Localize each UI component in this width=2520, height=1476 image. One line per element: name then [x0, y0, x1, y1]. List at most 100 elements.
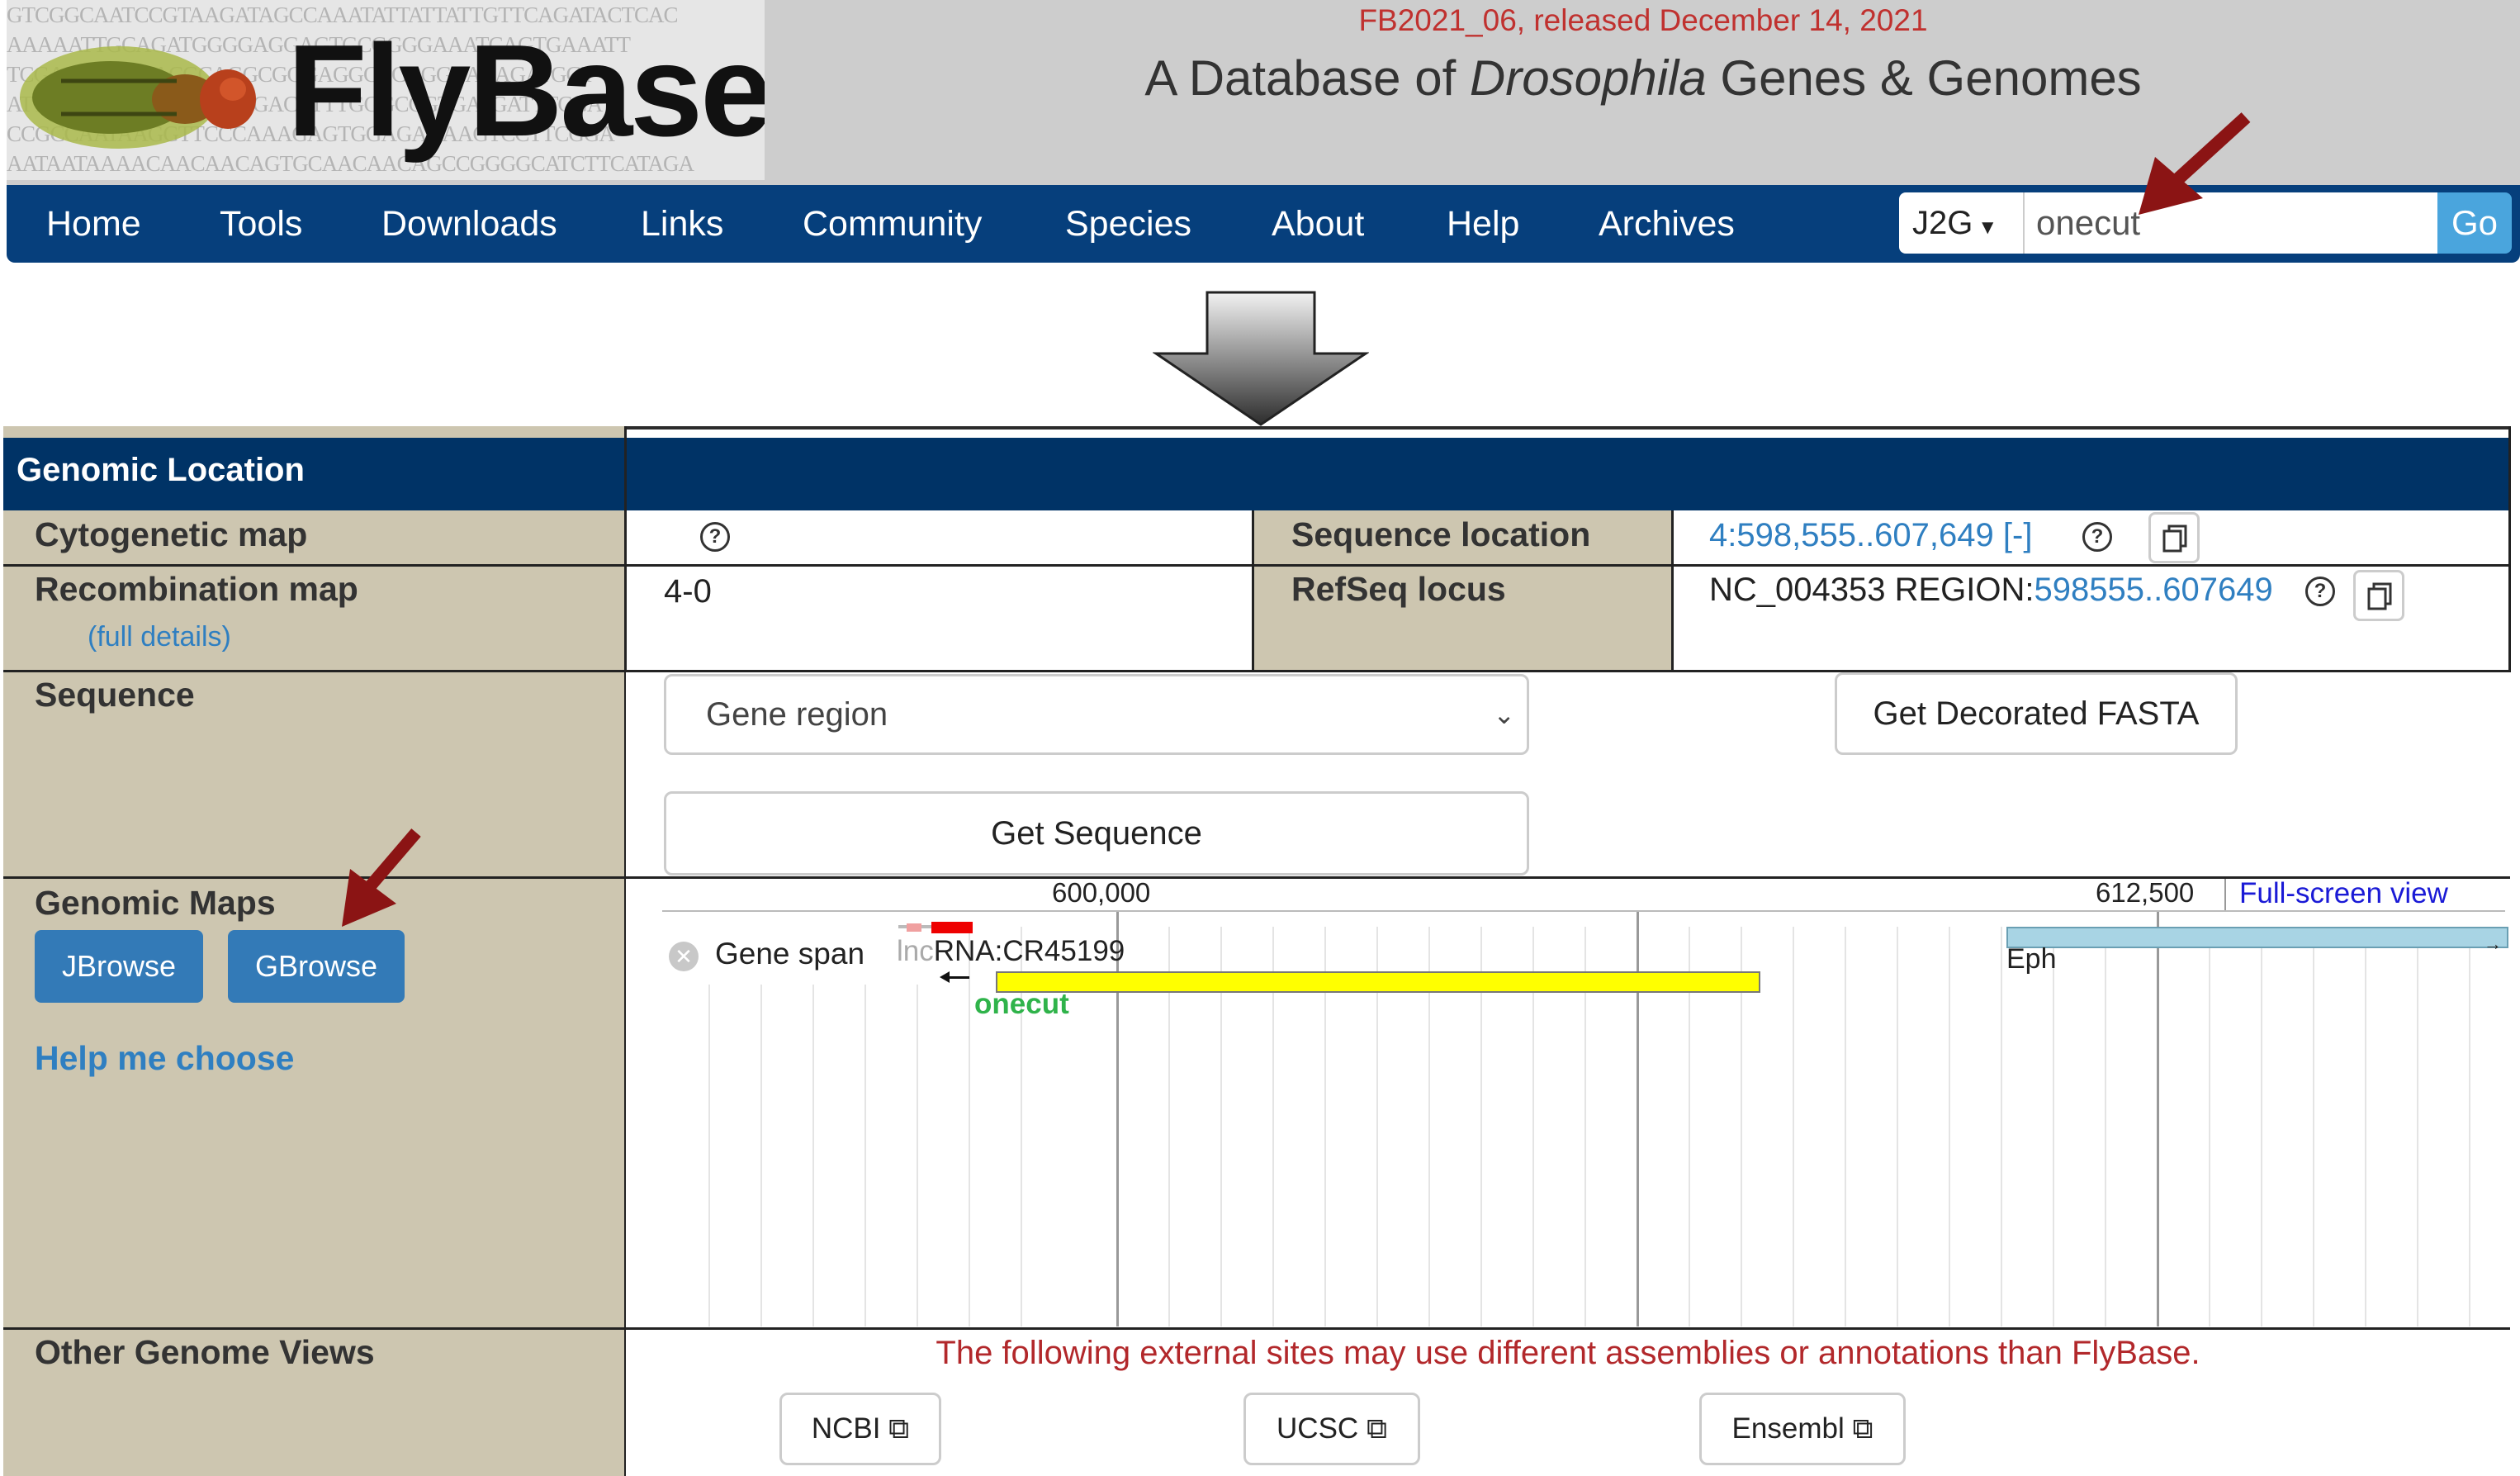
- refseq-region-link[interactable]: 598555..607649: [2034, 572, 2273, 608]
- nav-species[interactable]: Species: [1065, 185, 1191, 263]
- lncrna-label: lncRNA:CR45199: [897, 935, 1125, 967]
- caret-down-icon: ▼: [1978, 216, 1998, 239]
- arrow-pointer-icon: [342, 828, 421, 927]
- column-divider: [1252, 510, 1254, 672]
- refseq-label-cell: RefSeq locus: [1253, 567, 1671, 672]
- release-info: FB2021_06, released December 14, 2021: [1358, 3, 1928, 37]
- site-tagline: A Database of Drosophila Genes & Genomes: [1144, 50, 2142, 106]
- row-cytogenetic-label: Cytogenetic map: [3, 510, 624, 567]
- ruler-tick-label: 612,500: [2096, 877, 2195, 908]
- row-recombination-label: Recombination map (full details): [3, 567, 624, 672]
- grid-line: [2209, 927, 2210, 1327]
- external-sites-warning: The following external sites may use dif…: [936, 1335, 2200, 1371]
- recombination-value-cell: 4-0: [626, 567, 1252, 672]
- ncbi-button[interactable]: NCBI ⧉: [779, 1393, 941, 1465]
- grid-line: [2001, 927, 2002, 1327]
- copy-icon[interactable]: [2148, 512, 2200, 563]
- row-genomic-maps-label: Genomic Maps JBrowse GBrowse Help me cho…: [3, 879, 624, 1330]
- grid-line: [1793, 927, 1794, 1327]
- column-divider: [1671, 510, 1674, 672]
- nav-community[interactable]: Community: [803, 185, 982, 263]
- grid-line: [708, 927, 710, 1327]
- onecut-gene-label[interactable]: onecut: [974, 988, 1069, 1021]
- close-track-icon[interactable]: ✕: [669, 942, 699, 971]
- strand-arrow-icon: →: [2484, 933, 2502, 954]
- grid-line: [1845, 927, 1846, 1327]
- grid-line: [917, 927, 918, 1327]
- search-type-select[interactable]: J2G ▼: [1899, 192, 2025, 254]
- lncrna-exon[interactable]: [907, 923, 921, 932]
- grid-line: [760, 927, 762, 1327]
- grid-line: [2365, 927, 2366, 1327]
- help-icon[interactable]: ?: [2305, 577, 2335, 606]
- eph-gene-label[interactable]: Eph: [2006, 943, 2057, 975]
- coordinate-ruler: 600,000 612,500 Full-screen view: [662, 877, 2505, 912]
- sequence-location-label-cell: Sequence location: [1253, 510, 1671, 567]
- other-views-cell: The following external sites may use dif…: [626, 1330, 2510, 1476]
- recombination-map-label: Recombination map: [35, 570, 358, 608]
- nav-archives[interactable]: Archives: [1599, 185, 1735, 263]
- grid-line: [2105, 927, 2106, 1327]
- collapse-toggle[interactable]: [-]: [2003, 517, 2033, 553]
- get-decorated-fasta-button[interactable]: Get Decorated FASTA: [1835, 672, 2238, 755]
- sequence-location-link[interactable]: 4:598,555..607,649 [-]: [1709, 517, 2032, 554]
- ucsc-button[interactable]: UCSC ⧉: [1243, 1393, 1420, 1465]
- ruler-divider: [2224, 879, 2226, 910]
- ensembl-button[interactable]: Ensembl ⧉: [1699, 1393, 1906, 1465]
- grid-line: [864, 927, 866, 1327]
- grid-line: [969, 927, 970, 1327]
- genomic-maps-label: Genomic Maps: [35, 884, 276, 922]
- full-details-link[interactable]: (full details): [88, 621, 231, 653]
- refseq-value-cell: NC_004353 REGION:598555..607649 ?: [1673, 567, 2510, 672]
- row-other-views-label: Other Genome Views: [3, 1330, 624, 1476]
- external-link-icon: ⧉: [1852, 1412, 1873, 1445]
- grid-line: [2417, 927, 2418, 1327]
- sequence-value-cell: Gene region ⌄ Get Decorated FASTA Get Seq…: [626, 672, 2510, 879]
- help-icon[interactable]: ?: [2082, 522, 2112, 552]
- full-screen-view-link[interactable]: Full-screen view: [2239, 877, 2448, 910]
- nav-about[interactable]: About: [1272, 185, 1364, 263]
- gbrowse-button[interactable]: GBrowse: [228, 930, 405, 1003]
- grid-line: [1897, 927, 1898, 1327]
- help-icon[interactable]: ?: [700, 522, 730, 552]
- cytogenetic-value-cell: ?: [626, 510, 1252, 567]
- nav-links[interactable]: Links: [641, 185, 723, 263]
- genome-browser-cell: 600,000 612,500 Full-screen view ✕ Gene …: [626, 877, 2510, 1330]
- grid-line: [1949, 927, 1950, 1327]
- jbrowse-button[interactable]: JBrowse: [35, 930, 203, 1003]
- strand-arrow-icon: [940, 971, 950, 983]
- sequence-type-select[interactable]: Gene region ⌄: [664, 674, 1529, 755]
- grid-line: [812, 927, 814, 1327]
- section-top-left: [3, 426, 624, 438]
- major-grid-line: [2157, 912, 2159, 1327]
- grid-line: [2313, 927, 2314, 1327]
- arrow-pointer-icon: [2139, 112, 2251, 215]
- column-divider: [2508, 426, 2511, 672]
- track-label: ✕ Gene span: [664, 927, 936, 985]
- flybase-logo[interactable]: GTCGGCAATCCGTAAGATAGCCAAATATTATTATTGTTCA…: [7, 0, 765, 180]
- cytogenetic-map-label: Cytogenetic map: [35, 515, 308, 553]
- lncrna-exon[interactable]: [931, 922, 973, 933]
- nav-tools[interactable]: Tools: [220, 185, 302, 263]
- sequence-location-value-cell: 4:598,555..607,649 [-] ?: [1673, 510, 2510, 567]
- grid-line: [2261, 927, 2262, 1327]
- copy-icon[interactable]: [2353, 570, 2404, 621]
- logo-text: FlyBase: [287, 18, 765, 164]
- go-button[interactable]: Go: [2437, 192, 2512, 254]
- nav-home[interactable]: Home: [46, 185, 141, 263]
- section-title: Genomic Location: [3, 438, 2510, 510]
- sequence-location-label: Sequence location: [1291, 515, 1591, 553]
- section-top-right: [624, 426, 2510, 438]
- eph-gene-feature[interactable]: [2006, 927, 2508, 948]
- other-genome-views-label: Other Genome Views: [35, 1333, 375, 1371]
- grid-line: [2053, 927, 2054, 1327]
- get-sequence-button[interactable]: Get Sequence: [664, 791, 1529, 876]
- grid-line: [2469, 927, 2470, 1327]
- onecut-gene-feature[interactable]: [996, 971, 1760, 993]
- nav-downloads[interactable]: Downloads: [381, 185, 557, 263]
- recombination-value: 4-0: [664, 573, 712, 610]
- help-me-choose-link[interactable]: Help me choose: [35, 1039, 294, 1078]
- nav-help[interactable]: Help: [1447, 185, 1519, 263]
- refseq-locus-label: RefSeq locus: [1291, 570, 1506, 608]
- external-link-icon: ⧉: [888, 1412, 910, 1445]
